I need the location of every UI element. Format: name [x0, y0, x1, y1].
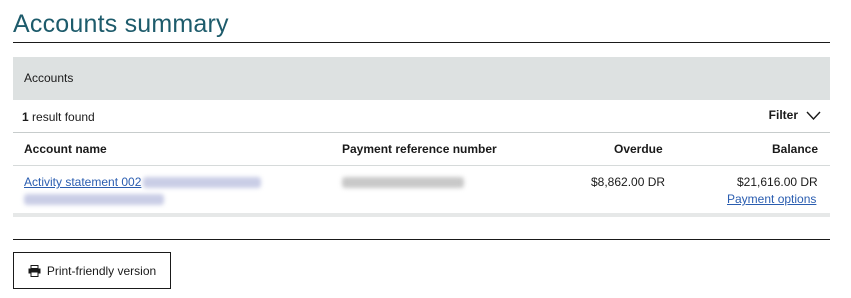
redacted-account-name-line2 [24, 194, 164, 205]
header-divider [13, 165, 830, 166]
redacted-payment-reference [342, 177, 464, 188]
balance-amount: $21,616.00 DR [737, 175, 818, 189]
account-name-link[interactable]: Activity statement 002 [24, 175, 141, 189]
page-title: Accounts summary [13, 10, 229, 38]
column-header-account-name: Account name [24, 142, 107, 156]
print-friendly-label: Print-friendly version [46, 263, 157, 278]
results-bar: 1 result found Filter [13, 100, 830, 133]
filter-button[interactable]: Filter [769, 108, 821, 122]
results-count-suffix: result found [28, 110, 95, 124]
printer-icon [28, 264, 41, 277]
payment-options-link[interactable]: Payment options [727, 192, 816, 206]
column-header-payment-reference: Payment reference number [342, 142, 497, 156]
print-friendly-button[interactable]: Print-friendly version [13, 252, 171, 289]
overdue-amount: $8,862.00 DR [591, 175, 666, 189]
filter-label: Filter [768, 108, 798, 122]
title-divider [13, 42, 830, 43]
column-header-balance: Balance [772, 142, 819, 156]
table-bottom-border [13, 213, 830, 217]
accounts-section-header: Accounts [13, 57, 830, 100]
column-header-overdue: Overdue [614, 142, 663, 156]
footer-divider [13, 239, 830, 240]
results-count-number: 1 [22, 110, 29, 124]
redacted-account-name [143, 177, 261, 188]
results-count: 1 result found [22, 110, 95, 124]
chevron-down-icon [806, 111, 821, 120]
